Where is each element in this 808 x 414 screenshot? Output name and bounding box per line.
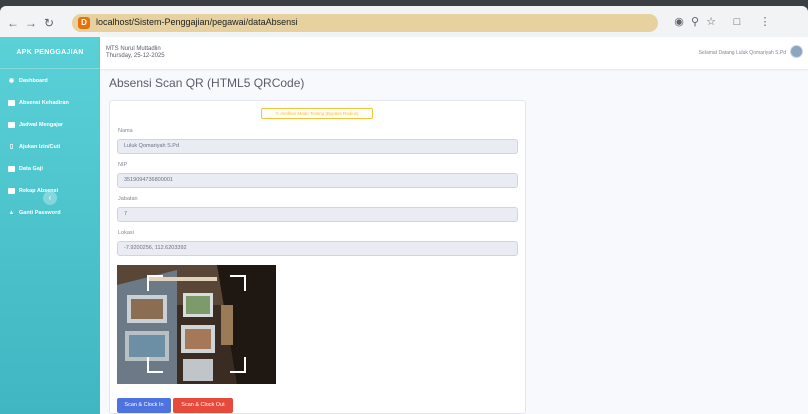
extensions-icon[interactable]: □ — [730, 15, 744, 29]
welcome-text[interactable]: Selamat Datang Luluk Qomariyah S.Pd — [699, 50, 786, 56]
test-mode-label: Aktifkan Mode Testing (Bypass Radius) — [280, 111, 359, 116]
sidebar-item-label: Jadwal Mengajar — [19, 122, 64, 128]
money-icon — [8, 166, 15, 172]
forward-icon[interactable]: → — [24, 16, 38, 30]
sidebar-item-label: Data Gaji — [19, 166, 43, 172]
reload-icon[interactable]: ↻ — [42, 16, 56, 30]
wrench-icon: ✎ — [275, 111, 280, 116]
gauge-icon: ◉ — [8, 78, 15, 84]
test-mode-button[interactable]: ✎ Aktifkan Mode Testing (Bypass Radius) — [261, 108, 373, 119]
browser-chrome: ← → ↻ D localhost/Sistem-Penggajian/pega… — [0, 0, 808, 37]
back-icon[interactable]: ← — [6, 16, 20, 30]
sidebar-item-dashboard[interactable]: ◉ Dashboard — [8, 74, 48, 88]
nama-field[interactable]: Luluk Qomariyah S.Pd — [117, 139, 518, 154]
scan-frame-corner — [147, 357, 163, 373]
scan-frame-corner — [230, 275, 246, 291]
url-text: localhost/Sistem-Penggajian/pegawai/data… — [96, 17, 298, 27]
menu-icon[interactable]: ⋮ — [758, 15, 772, 29]
clock-in-button[interactable]: Scan & Clock In — [117, 398, 171, 413]
sidebar-item-label: Ajukan Izin/Cuti — [19, 144, 61, 150]
sidebar-item-ganti-password[interactable]: ▲ Ganti Password — [8, 206, 61, 220]
sidebar-item-label: Absensi Kehadiran — [19, 100, 69, 106]
sidebar-item-ajukan-izin-cuti[interactable]: ▯ Ajukan Izin/Cuti — [8, 140, 60, 154]
file-icon: ▯ — [9, 144, 14, 150]
current-date: Thursday, 25-12-2025 — [106, 53, 165, 59]
qr-scanner-preview[interactable] — [117, 265, 276, 384]
sidebar: APK PENGGAJIAN ◉ Dashboard Absensi Kehad… — [0, 37, 100, 414]
lokasi-field[interactable]: -7.9200256, 112.6203392 — [117, 241, 518, 256]
scan-frame-corner — [147, 275, 163, 291]
sidebar-brand[interactable]: APK PENGGAJIAN — [0, 37, 100, 69]
nip-label: NIP — [118, 162, 128, 168]
scan-frame-corner — [230, 357, 246, 373]
site-icon: D — [78, 17, 90, 29]
sidebar-item-absensi-kehadiran[interactable]: Absensi Kehadiran — [8, 96, 69, 110]
report-icon — [8, 188, 15, 194]
sidebar-item-label: Ganti Password — [19, 210, 61, 216]
topbar: MTS Nurul Muttadlin Thursday, 25-12-2025… — [100, 37, 808, 69]
lock-icon: ▲ — [8, 210, 15, 216]
avatar[interactable] — [790, 45, 803, 58]
browser-toolbar: ← → ↻ D localhost/Sistem-Penggajian/pega… — [0, 6, 808, 37]
lokasi-label: Lokasi — [118, 230, 134, 236]
bookmark-star-icon[interactable]: ☆ — [704, 15, 718, 29]
jabatan-label: Jabatan — [118, 196, 138, 202]
school-name: MTS Nurul Muttadlin — [106, 46, 161, 52]
absensi-icon — [8, 100, 15, 106]
location-icon[interactable]: ◉ — [672, 15, 686, 29]
address-bar[interactable]: D localhost/Sistem-Penggajian/pegawai/da… — [72, 14, 658, 32]
sidebar-toggle-button[interactable]: ‹ — [43, 191, 57, 205]
zoom-icon[interactable]: ⚲ — [688, 15, 702, 29]
camera-feed-image — [117, 265, 276, 384]
sidebar-item-jadwal-mengajar[interactable]: Jadwal Mengajar — [8, 118, 63, 132]
clock-out-button[interactable]: Scan & Clock Out — [173, 398, 233, 413]
calendar-icon — [8, 122, 15, 128]
jabatan-field[interactable]: 7 — [117, 207, 518, 222]
nip-field[interactable]: 3519094736800001 — [117, 173, 518, 188]
sidebar-item-label: Dashboard — [19, 78, 48, 84]
chevron-left-icon: ‹ — [48, 193, 52, 202]
sidebar-item-data-gaji[interactable]: Data Gaji — [8, 162, 43, 176]
nama-label: Nama — [118, 128, 133, 134]
page-title: Absensi Scan QR (HTML5 QRCode) — [109, 76, 305, 90]
